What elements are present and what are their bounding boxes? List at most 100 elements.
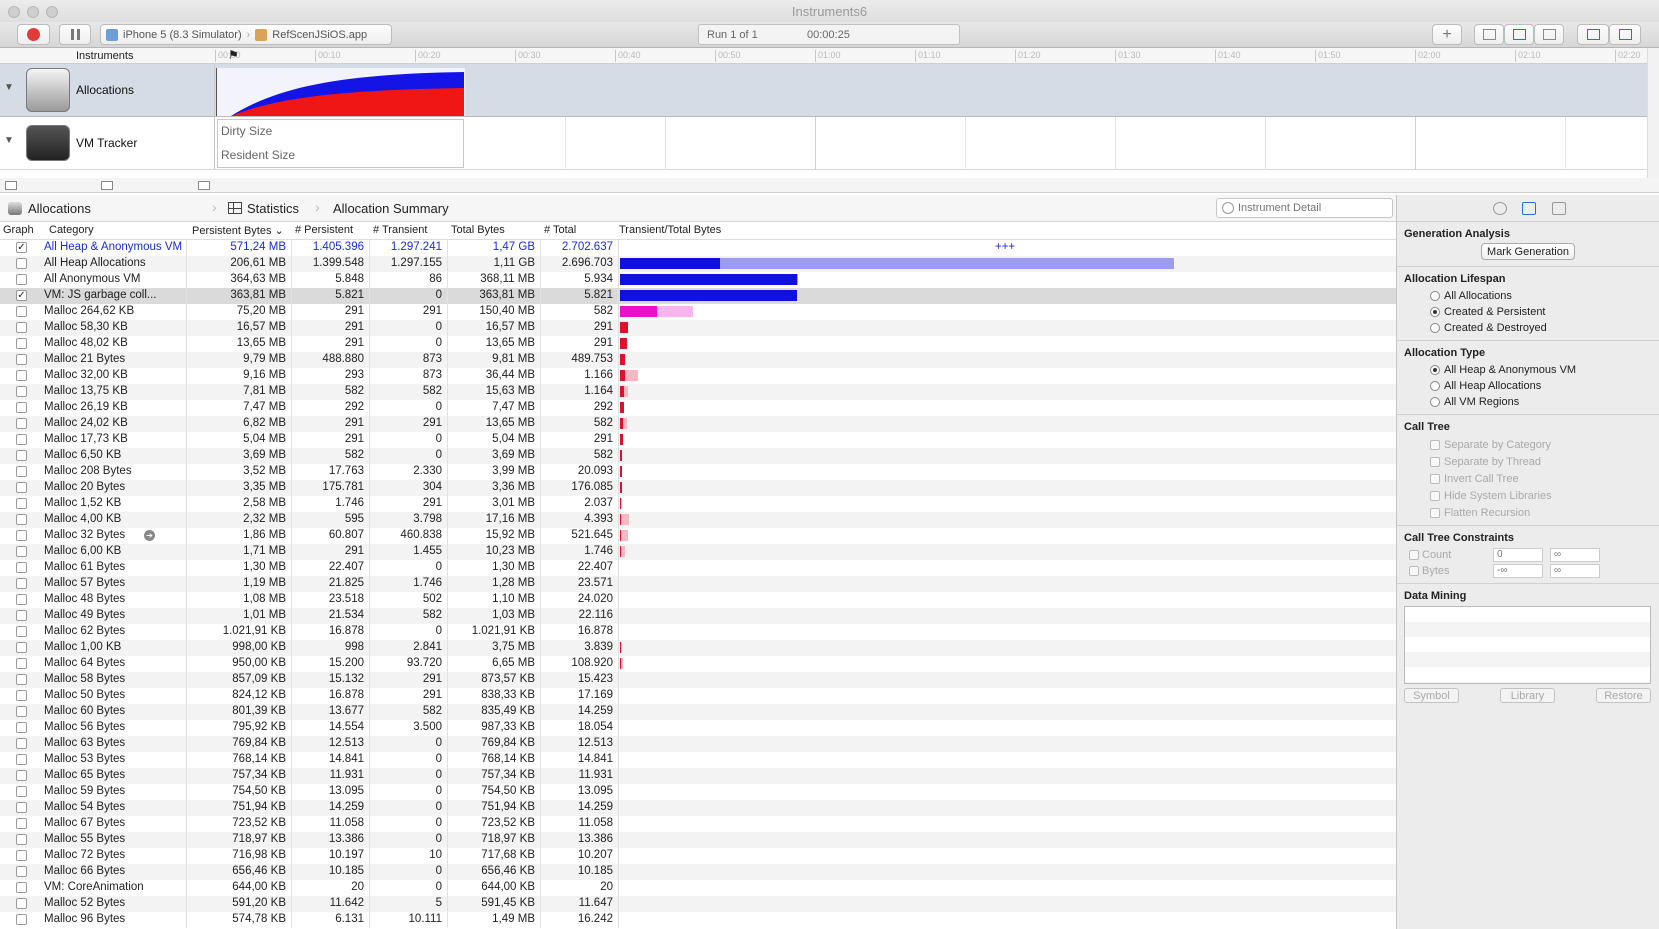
lifespan-option[interactable]: Created & Persistent: [1404, 304, 1659, 320]
col-transient[interactable]: # Transient: [373, 224, 427, 236]
count-max-field[interactable]: ∞: [1550, 548, 1600, 562]
table-row[interactable]: Malloc 1,52 KB 2,58 MB 1.746 291 3,01 MB 2.03…: [0, 496, 1396, 512]
table-row[interactable]: Malloc 32 Bytes ➔ 1,86 MB 60.807 460.838 15,9…: [0, 528, 1396, 544]
table-row[interactable]: Malloc 48 Bytes 1,08 MB 23.518 502 1,10 MB 24…: [0, 592, 1396, 608]
jumpbar-view[interactable]: Statistics: [247, 201, 299, 216]
lifespan-option[interactable]: All Allocations: [1404, 288, 1659, 304]
checkbox[interactable]: [1430, 490, 1440, 501]
table-row[interactable]: Malloc 4,00 KB 2,32 MB 595 3.798 17,16 MB 4.3…: [0, 512, 1396, 528]
table-row[interactable]: Malloc 32,00 KB 9,16 MB 293 873 36,44 MB 1.16…: [0, 368, 1396, 384]
table-row[interactable]: Malloc 66 Bytes 656,46 KB 10.185 0 656,46 KB…: [0, 864, 1396, 880]
graph-checkbox[interactable]: [16, 738, 27, 749]
jumpbar-summary[interactable]: Allocation Summary: [333, 201, 449, 216]
graph-checkbox[interactable]: [16, 354, 27, 365]
col-transient-total-bytes[interactable]: Transient/Total Bytes: [619, 224, 721, 236]
count-min-field[interactable]: 0: [1493, 548, 1543, 562]
view-grid-button[interactable]: [1534, 24, 1564, 45]
table-row[interactable]: VM: CoreAnimation 644,00 KB 20 0 644,00 KB 20: [0, 880, 1396, 896]
view-strategy-button[interactable]: [1474, 24, 1504, 45]
type-option[interactable]: All Heap Allocations: [1404, 378, 1659, 394]
restore-button[interactable]: Restore: [1596, 688, 1651, 703]
radio[interactable]: [1430, 381, 1440, 391]
disclosure-triangle-icon[interactable]: ▼: [4, 82, 14, 93]
graph-checkbox[interactable]: [16, 274, 27, 285]
table-row[interactable]: Malloc 59 Bytes 754,50 KB 13.095 0 754,50 KB…: [0, 784, 1396, 800]
add-instrument-button[interactable]: +: [1432, 24, 1462, 45]
graph-checkbox[interactable]: [16, 882, 27, 893]
radio[interactable]: [1430, 291, 1440, 301]
col-persistent-bytes[interactable]: Persistent Bytes ⌄: [192, 224, 284, 237]
graph-checkbox[interactable]: [16, 594, 27, 605]
playhead-flag-icon[interactable]: ⚑: [228, 48, 239, 62]
bytes-max-field[interactable]: ∞: [1550, 564, 1600, 578]
checkbox[interactable]: [1409, 566, 1419, 576]
table-row[interactable]: Malloc 48,02 KB 13,65 MB 291 0 13,65 MB 291: [0, 336, 1396, 352]
track-allocations[interactable]: ▼ Allocations: [0, 64, 1647, 117]
checkbox[interactable]: [1430, 507, 1440, 518]
graph-checkbox[interactable]: [16, 866, 27, 877]
timeline-scrollbar[interactable]: [1647, 48, 1659, 178]
graph-checkbox[interactable]: [16, 498, 27, 509]
graph-checkbox[interactable]: [16, 402, 27, 413]
timeline-ruler[interactable]: Instruments 00:00 00:10 00:20 00:30 00:40 00:…: [0, 48, 1659, 64]
graph-checkbox[interactable]: [16, 258, 27, 269]
graph-checkbox[interactable]: ✓: [16, 290, 27, 301]
graph-checkbox[interactable]: [16, 306, 27, 317]
table-row[interactable]: Malloc 64 Bytes 950,00 KB 15.200 93.720 6,65…: [0, 656, 1396, 672]
graph-checkbox[interactable]: [16, 770, 27, 781]
graph-checkbox[interactable]: [16, 834, 27, 845]
table-row[interactable]: Malloc 72 Bytes 716,98 KB 10.197 10 717,68 K…: [0, 848, 1396, 864]
pause-button[interactable]: [59, 24, 91, 45]
graph-checkbox[interactable]: [16, 754, 27, 765]
table-row[interactable]: Malloc 55 Bytes 718,97 KB 13.386 0 718,97 KB…: [0, 832, 1396, 848]
graph-checkbox[interactable]: [16, 914, 27, 925]
graph-checkbox[interactable]: [16, 322, 27, 333]
calltree-option[interactable]: Hide System Libraries: [1404, 487, 1659, 504]
instrument-detail-search[interactable]: [1216, 198, 1393, 218]
type-option[interactable]: All VM Regions: [1404, 394, 1659, 410]
col-total[interactable]: # Total: [544, 224, 576, 236]
table-row[interactable]: Malloc 61 Bytes 1,30 MB 22.407 0 1,30 MB 22.4…: [0, 560, 1396, 576]
display-settings-icon[interactable]: [1522, 202, 1536, 215]
radio[interactable]: [1430, 323, 1440, 333]
calltree-option[interactable]: Separate by Thread: [1404, 453, 1659, 470]
col-category[interactable]: Category: [49, 224, 94, 236]
table-row[interactable]: Malloc 6,50 KB 3,69 MB 582 0 3,69 MB 582: [0, 448, 1396, 464]
run-display[interactable]: Run 1 of 1 00:00:25: [698, 24, 960, 45]
graph-checkbox[interactable]: [16, 370, 27, 381]
jumpbar-instrument[interactable]: Allocations: [28, 201, 91, 216]
checkbox[interactable]: [1430, 439, 1440, 450]
track-vm-tracker[interactable]: ▼ VM Tracker Dirty Size Resident Size: [0, 117, 1647, 170]
graph-checkbox[interactable]: [16, 578, 27, 589]
view-list-button[interactable]: [1504, 24, 1534, 45]
table-row[interactable]: Malloc 60 Bytes 801,39 KB 13.677 582 835,49 …: [0, 704, 1396, 720]
graph-checkbox[interactable]: [16, 626, 27, 637]
table-row[interactable]: All Heap Allocations 206,61 MB 1.399.548 1.…: [0, 256, 1396, 272]
graph-checkbox[interactable]: [16, 706, 27, 717]
symbol-button[interactable]: Symbol: [1404, 688, 1459, 703]
bytes-min-field[interactable]: -∞: [1493, 564, 1543, 578]
track-display-icon[interactable]: [5, 181, 17, 190]
col-total-bytes[interactable]: Total Bytes: [451, 224, 505, 236]
graph-checkbox[interactable]: [16, 466, 27, 477]
checkbox[interactable]: [1430, 456, 1440, 467]
extended-detail-icon[interactable]: [1552, 202, 1566, 215]
record-settings-icon[interactable]: [1493, 202, 1507, 215]
table-row[interactable]: ✓ All Heap & Anonymous VM 571,24 MB 1.405.3…: [0, 240, 1396, 256]
graph-checkbox[interactable]: [16, 786, 27, 797]
graph-checkbox[interactable]: [16, 562, 27, 573]
library-button[interactable]: Library: [1500, 688, 1555, 703]
graph-checkbox[interactable]: [16, 642, 27, 653]
table-row[interactable]: Malloc 65 Bytes 757,34 KB 11.931 0 757,34 KB…: [0, 768, 1396, 784]
table-row[interactable]: Malloc 58,30 KB 16,57 MB 291 0 16,57 MB 291: [0, 320, 1396, 336]
table-row[interactable]: Malloc 208 Bytes 3,52 MB 17.763 2.330 3,99 M…: [0, 464, 1396, 480]
focus-arrow-icon[interactable]: ➔: [144, 530, 155, 541]
graph-checkbox[interactable]: [16, 658, 27, 669]
graph-checkbox[interactable]: [16, 802, 27, 813]
calltree-option[interactable]: Flatten Recursion: [1404, 504, 1659, 521]
graph-checkbox[interactable]: [16, 434, 27, 445]
table-row[interactable]: Malloc 67 Bytes 723,52 KB 11.058 0 723,52 KB…: [0, 816, 1396, 832]
table-row[interactable]: Malloc 50 Bytes 824,12 KB 16.878 291 838,33 …: [0, 688, 1396, 704]
table-row[interactable]: ✓ VM: JS garbage coll... 363,81 MB 5.821 0 36…: [0, 288, 1396, 304]
table-row[interactable]: Malloc 63 Bytes 769,84 KB 12.513 0 769,84 KB…: [0, 736, 1396, 752]
